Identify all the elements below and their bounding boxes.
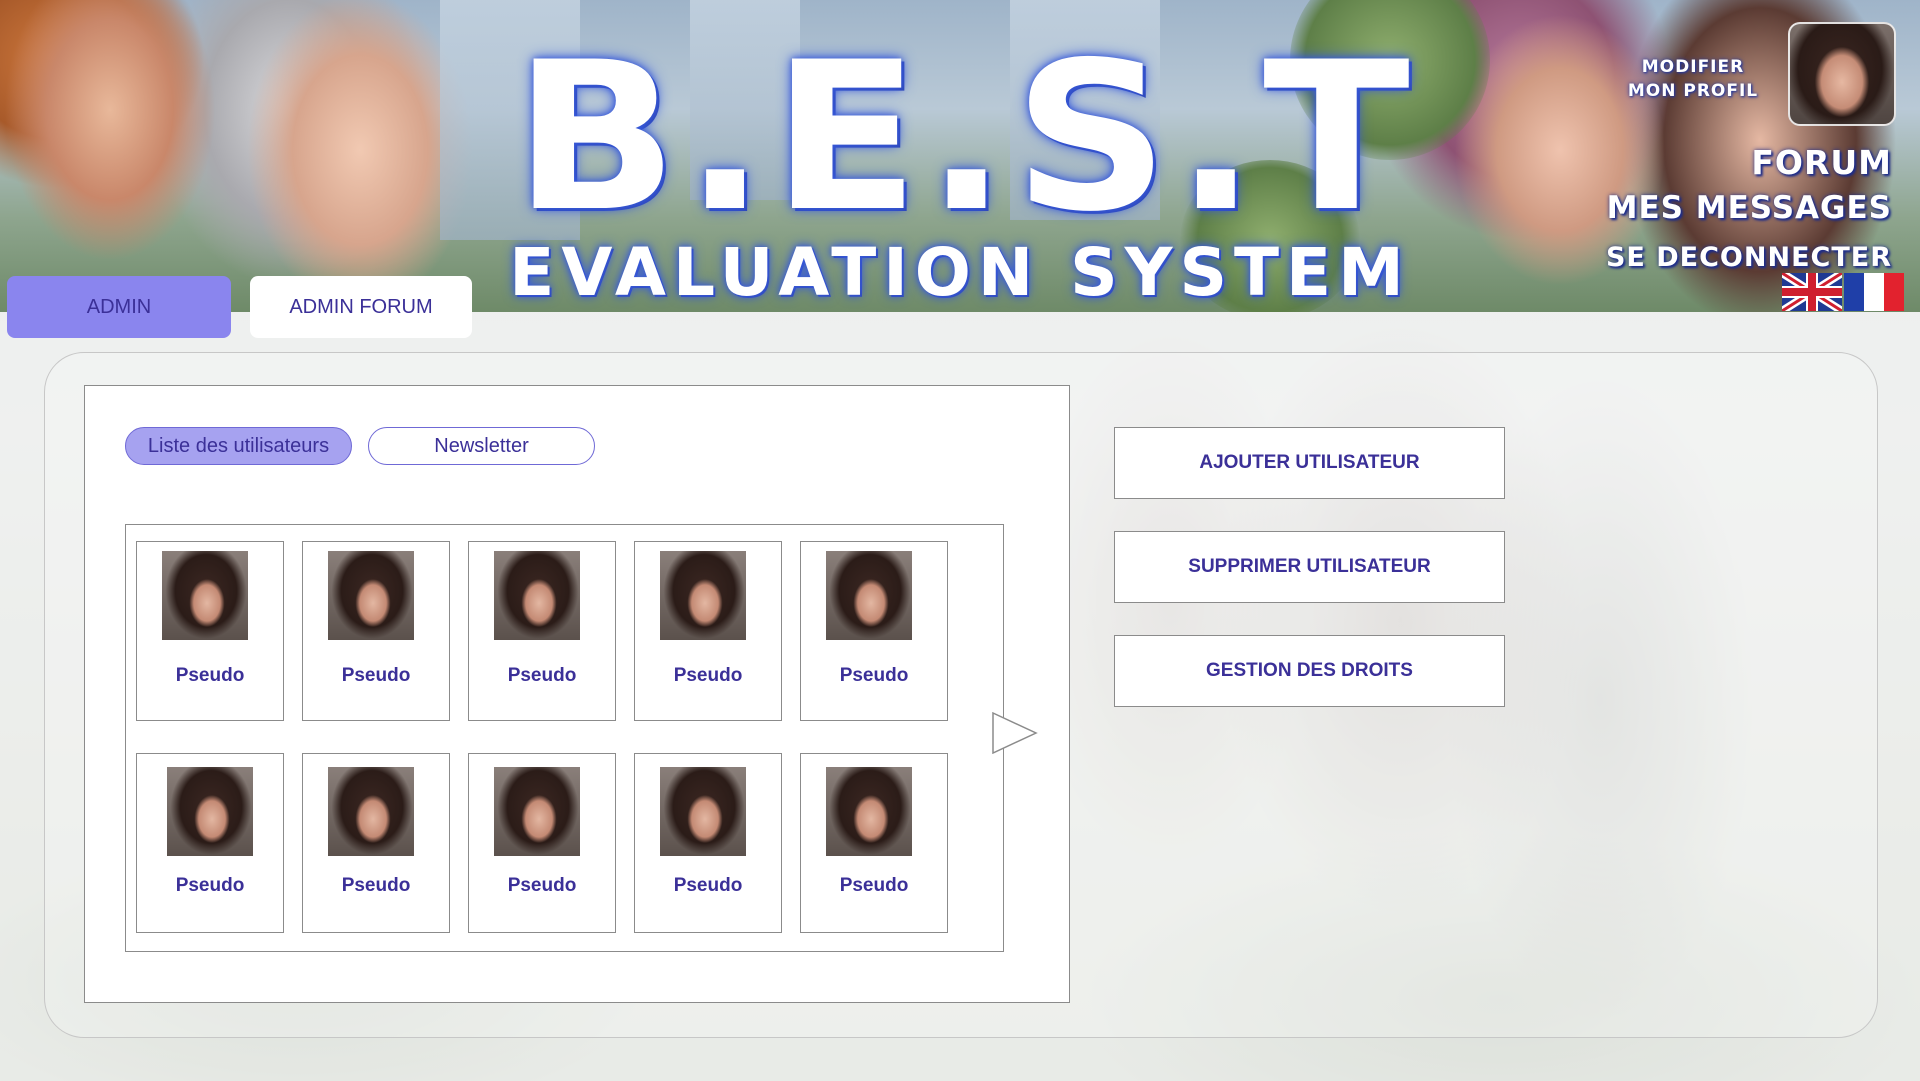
user-card[interactable]: Pseudo: [800, 753, 948, 933]
user-avatar: [826, 767, 912, 856]
user-card[interactable]: Pseudo: [302, 541, 450, 721]
next-page-arrow-icon[interactable]: [992, 712, 1038, 754]
user-pseudo: Pseudo: [673, 665, 743, 686]
user-avatar: [660, 551, 746, 640]
user-card[interactable]: Pseudo: [136, 541, 284, 721]
user-pseudo: Pseudo: [839, 875, 909, 896]
user-avatar: [328, 551, 414, 640]
subtab-newsletter[interactable]: Newsletter: [368, 427, 595, 465]
tab-admin-forum[interactable]: ADMIN FORUM: [250, 276, 472, 338]
user-pseudo: Pseudo: [507, 875, 577, 896]
user-avatar: [162, 551, 248, 640]
user-pseudo: Pseudo: [673, 875, 743, 896]
user-pseudo: Pseudo: [175, 665, 245, 686]
user-card[interactable]: Pseudo: [468, 753, 616, 933]
profile-avatar[interactable]: [1788, 22, 1896, 126]
user-pseudo: Pseudo: [341, 665, 411, 686]
nav-forum-link[interactable]: FORUM: [1751, 143, 1892, 182]
delete-user-button[interactable]: SUPPRIMER UTILISATEUR: [1114, 531, 1505, 603]
user-avatar: [660, 767, 746, 856]
rights-management-button[interactable]: GESTION DES DROITS: [1114, 635, 1505, 707]
nav-logout-link[interactable]: SE DECONNECTER: [1606, 242, 1892, 273]
user-pseudo: Pseudo: [839, 665, 909, 686]
user-avatar: [494, 767, 580, 856]
user-card[interactable]: Pseudo: [302, 753, 450, 933]
tab-admin[interactable]: ADMIN: [7, 276, 231, 338]
user-avatar: [167, 767, 253, 856]
france-flag-icon[interactable]: [1844, 273, 1904, 311]
user-card[interactable]: Pseudo: [634, 753, 782, 933]
logo-subtitle: EVALUATION SYSTEM: [509, 234, 1411, 311]
user-pseudo: Pseudo: [175, 875, 245, 896]
edit-profile-line2: MON PROFIL: [1627, 81, 1759, 101]
edit-profile-line1: MODIFIER: [1641, 57, 1745, 77]
edit-profile-link[interactable]: MODIFIER MON PROFIL: [1618, 55, 1768, 103]
user-avatar: [328, 767, 414, 856]
user-card[interactable]: Pseudo: [468, 541, 616, 721]
user-card[interactable]: Pseudo: [634, 541, 782, 721]
user-card[interactable]: Pseudo: [136, 753, 284, 933]
uk-flag-icon[interactable]: [1782, 273, 1842, 311]
user-avatar: [494, 551, 580, 640]
nav-messages-link[interactable]: MES MESSAGES: [1607, 190, 1892, 226]
user-card[interactable]: Pseudo: [800, 541, 948, 721]
user-avatar: [826, 551, 912, 640]
subtab-users-list[interactable]: Liste des utilisateurs: [125, 427, 352, 465]
user-pseudo: Pseudo: [341, 875, 411, 896]
user-pseudo: Pseudo: [507, 665, 577, 686]
logo-title: B.E.S.T: [513, 19, 1417, 257]
add-user-button[interactable]: AJOUTER UTILISATEUR: [1114, 427, 1505, 499]
